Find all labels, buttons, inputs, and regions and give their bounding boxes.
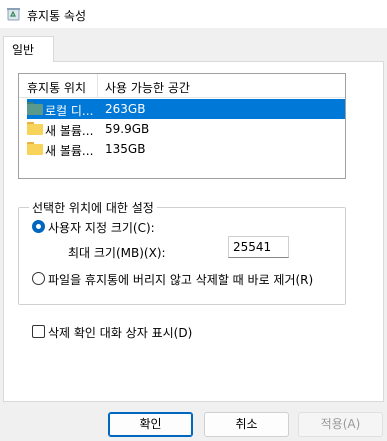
cancel-button[interactable]: 취소 bbox=[204, 412, 289, 437]
custom-size-radio[interactable] bbox=[32, 220, 45, 233]
window-title: 휴지통 속성 bbox=[27, 9, 87, 23]
list-item[interactable]: 새 볼륨... 135GB bbox=[19, 139, 345, 159]
folder-icon bbox=[27, 142, 43, 155]
column-header-free-space[interactable]: 사용 가능한 공간 bbox=[105, 79, 190, 96]
free-space-value: 135GB bbox=[105, 142, 146, 156]
custom-size-label[interactable]: 사용자 지정 크기(C): bbox=[48, 219, 155, 236]
free-space-value: 59.9GB bbox=[105, 122, 150, 136]
free-space-value: 263GB bbox=[105, 102, 146, 116]
location-name: 로컬 디... bbox=[45, 104, 94, 118]
location-list[interactable]: 휴지통 위치 사용 가능한 공간 로컬 디... 263GB 새 볼륨... 5… bbox=[18, 73, 346, 179]
max-size-input[interactable]: 25541 bbox=[228, 236, 289, 258]
settings-group-label: 선택한 위치에 대한 설정 bbox=[29, 199, 157, 216]
list-item[interactable]: 로컬 디... 263GB bbox=[19, 99, 345, 119]
ok-button[interactable]: 확인 bbox=[108, 412, 193, 437]
delete-immediately-radio[interactable] bbox=[32, 272, 45, 285]
drive-folder-icon bbox=[27, 102, 43, 115]
location-name: 새 볼륨... bbox=[45, 144, 94, 158]
apply-button[interactable]: 적용(A) bbox=[298, 412, 383, 437]
recycle-bin-icon bbox=[7, 8, 20, 21]
tab-general[interactable]: 일반 bbox=[3, 36, 54, 62]
column-header-location[interactable]: 휴지통 위치 bbox=[27, 79, 86, 96]
max-size-label: 최대 크기(MB)(X): bbox=[68, 246, 166, 260]
max-size-value: 25541 bbox=[233, 240, 272, 254]
list-header: 휴지통 위치 사용 가능한 공간 bbox=[19, 74, 345, 98]
location-name: 새 볼륨... bbox=[45, 124, 94, 138]
delete-immediately-label[interactable]: 파일을 휴지통에 버리지 않고 삭제할 때 바로 제거(R) bbox=[48, 271, 313, 288]
confirm-delete-checkbox[interactable] bbox=[32, 325, 45, 338]
folder-icon bbox=[27, 122, 43, 135]
title-bar: 휴지통 속성 bbox=[0, 0, 387, 28]
column-separator[interactable] bbox=[97, 74, 98, 97]
list-item[interactable]: 새 볼륨... 59.9GB bbox=[19, 119, 345, 139]
confirm-delete-label[interactable]: 삭제 확인 대화 상자 표시(D) bbox=[48, 324, 192, 341]
tab-general-label: 일반 bbox=[12, 43, 35, 57]
